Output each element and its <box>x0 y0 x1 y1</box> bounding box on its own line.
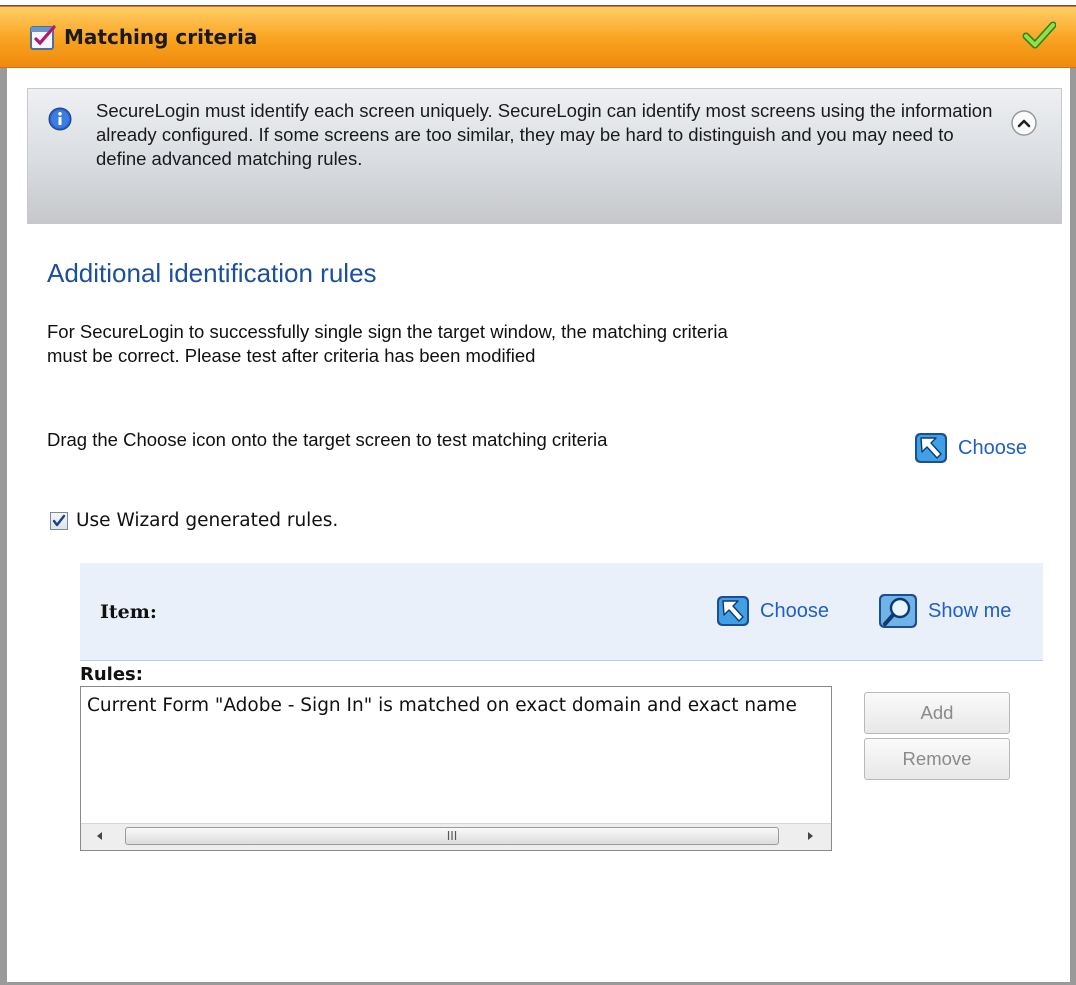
choose-arrow-icon[interactable] <box>914 432 948 464</box>
item-label: Item: <box>100 601 157 623</box>
info-icon <box>48 107 72 131</box>
green-check-icon <box>1022 21 1056 49</box>
choose-button[interactable]: Choose <box>914 432 1027 464</box>
magnifier-icon[interactable] <box>878 593 918 629</box>
info-panel: SecureLogin must identify each screen un… <box>27 88 1062 224</box>
info-message: SecureLogin must identify each screen un… <box>96 100 993 169</box>
item-bar: Item: Choose Show me <box>80 563 1043 661</box>
drag-instruction: Drag the Choose icon onto the target scr… <box>47 429 608 450</box>
scroll-right-icon[interactable] <box>803 829 817 843</box>
section-description: For SecureLogin to successfully single s… <box>47 321 728 366</box>
wizard-rules-label[interactable]: Use Wizard generated rules. <box>76 510 338 531</box>
horizontal-scrollbar[interactable]: III <box>81 823 831 850</box>
show-me-button[interactable]: Show me <box>878 593 1011 629</box>
list-item[interactable]: Current Form "Adobe - Sign In" is matche… <box>87 695 797 716</box>
wizard-rules-option[interactable]: Use Wizard generated rules. <box>50 510 338 531</box>
panel-title: Matching criteria <box>64 25 258 49</box>
choose-arrow-icon[interactable] <box>716 595 750 627</box>
rules-list[interactable]: Current Form "Adobe - Sign In" is matche… <box>80 686 832 851</box>
scroll-thumb[interactable]: III <box>125 827 779 845</box>
wizard-rules-checkbox[interactable] <box>50 511 68 530</box>
item-choose-label[interactable]: Choose <box>760 600 829 623</box>
choose-label[interactable]: Choose <box>958 437 1027 460</box>
show-me-label[interactable]: Show me <box>928 600 1011 623</box>
rules-label: Rules: <box>80 664 143 685</box>
add-button[interactable]: Add <box>864 692 1010 734</box>
section-title: Additional identification rules <box>47 258 377 288</box>
scroll-left-icon[interactable] <box>93 829 107 843</box>
item-choose-button[interactable]: Choose <box>716 595 829 627</box>
remove-button[interactable]: Remove <box>864 738 1010 780</box>
chevron-up-circle-icon[interactable] <box>1010 109 1038 137</box>
checkmark-icon <box>52 514 66 526</box>
checklist-icon <box>30 25 56 50</box>
panel-title-bar: Matching criteria <box>0 6 1076 68</box>
